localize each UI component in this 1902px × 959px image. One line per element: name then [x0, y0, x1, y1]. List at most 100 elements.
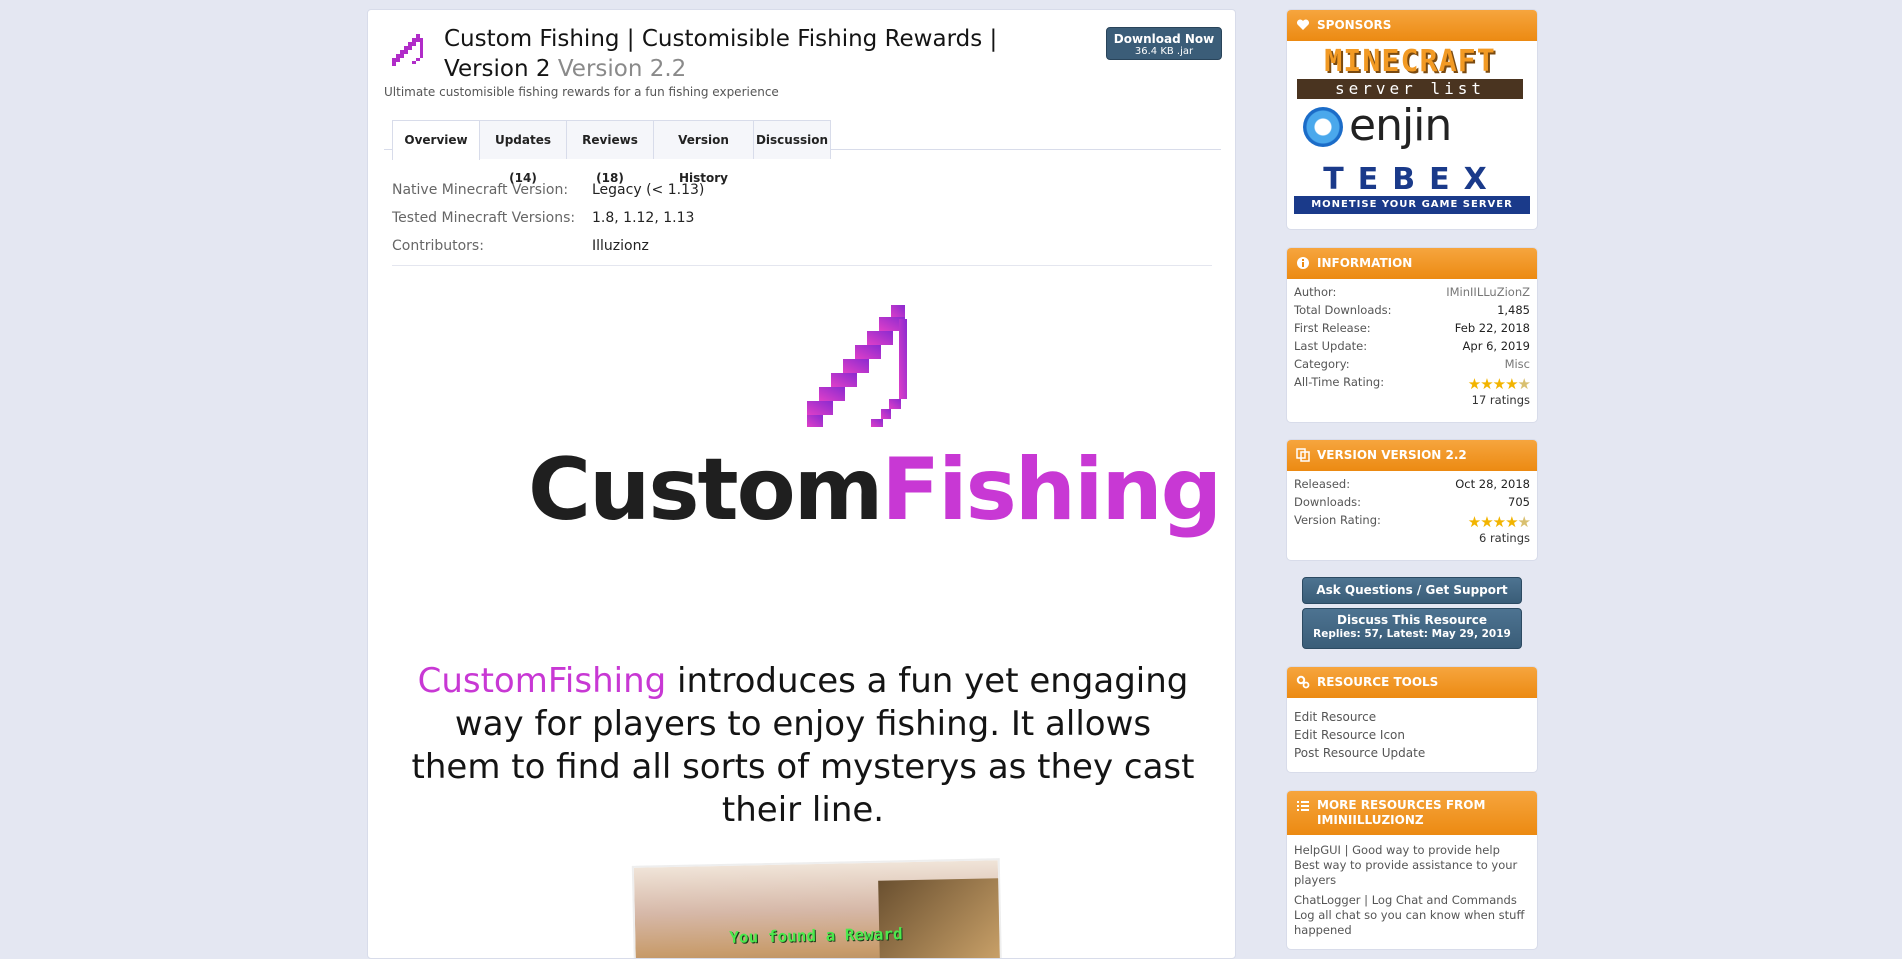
- tools-header: Resource Tools: [1287, 667, 1537, 698]
- info-label: First Release:: [1294, 321, 1371, 335]
- more-header: More Resources from IMinIILLuZionZ: [1287, 791, 1537, 835]
- edit-resource-link[interactable]: Edit Resource: [1294, 708, 1530, 726]
- more-item-title[interactable]: ChatLogger | Log Chat and Commands: [1294, 893, 1530, 908]
- version-released-row: Released: Oct 28, 2018: [1294, 477, 1530, 495]
- minecraft-server-list-logo[interactable]: MINECRAFT server list: [1297, 45, 1523, 99]
- logo-wordmark: CustomFishing: [528, 440, 1222, 540]
- version-label: Downloads:: [1294, 495, 1362, 509]
- info-label: Total Downloads:: [1294, 303, 1392, 317]
- sponsors-panel: Sponsors MINECRAFT server list enjin TEB…: [1286, 9, 1538, 230]
- resource-tagline: Ultimate customisible fishing rewards fo…: [384, 85, 779, 99]
- post-resource-update-link[interactable]: Post Resource Update: [1294, 744, 1530, 762]
- enjin-logo-text: enjin: [1349, 100, 1452, 151]
- info-label: Last Update:: [1294, 339, 1368, 353]
- spec-value: Legacy (< 1.13): [592, 182, 705, 198]
- download-button[interactable]: Download Now 36.4 KB .jar: [1106, 27, 1222, 60]
- info-last-update-row: Last Update: Apr 6, 2019: [1294, 339, 1530, 357]
- information-panel: Information Author: IMinIILLuZionZ Total …: [1286, 247, 1538, 423]
- version-header: Version Version 2.2: [1287, 440, 1537, 471]
- info-category-row: Category: Misc: [1294, 357, 1530, 375]
- info-downloads-row: Total Downloads: 1,485: [1294, 303, 1530, 321]
- mc-logo-subtext: server list: [1297, 79, 1523, 99]
- ask-questions-button[interactable]: Ask Questions / Get Support: [1302, 577, 1522, 604]
- tab-discussion[interactable]: Discussion: [753, 120, 831, 159]
- resource-version: Version 2.2: [557, 56, 687, 82]
- gameplay-screenshot: You found a Reward: [631, 858, 1003, 958]
- info-value: Feb 22, 2018: [1454, 321, 1530, 335]
- more-item-title[interactable]: HelpGUI | Good way to provide help: [1294, 843, 1530, 858]
- heart-icon: [1296, 19, 1310, 30]
- resource-specs: Native Minecraft Version: Legacy (< 1.13…: [392, 178, 1212, 266]
- copy-icon: [1296, 448, 1310, 462]
- enjin-ring-icon: [1303, 107, 1343, 147]
- logo-word-fishing: Fishing: [881, 440, 1222, 540]
- sponsors-header: Sponsors: [1287, 10, 1537, 41]
- author-link[interactable]: IMinIILLuZionZ: [1446, 285, 1530, 299]
- list-item[interactable]: ChatLogger | Log Chat and Commands Log a…: [1294, 893, 1530, 938]
- information-body: Author: IMinIILLuZionZ Total Downloads: 1,…: [1287, 279, 1537, 415]
- spec-label: Tested Minecraft Versions:: [392, 210, 576, 226]
- page-title: Custom Fishing | Customisible Fishing Re…: [444, 24, 1014, 84]
- download-label: Download Now: [1113, 32, 1215, 46]
- customfishing-logo: CustomFishing: [528, 295, 1222, 555]
- list-item[interactable]: HelpGUI | Good way to provide help Best …: [1294, 843, 1530, 888]
- version-title: Version Version 2.2: [1317, 448, 1467, 462]
- tab-bar: Overview Updates (14) Reviews (18) Versi…: [384, 110, 1221, 185]
- discuss-resource-button[interactable]: Discuss This Resource Replies: 57, Lates…: [1302, 608, 1522, 649]
- info-label: Category:: [1294, 357, 1350, 371]
- info-label: Author:: [1294, 285, 1337, 299]
- version-rating-stars: ★★★★★: [1467, 513, 1531, 531]
- version-rating-row: Version Rating: ★★★★★: [1294, 513, 1531, 531]
- spec-value: 1.8, 1.12, 1.13: [592, 210, 695, 226]
- version-label: Released:: [1294, 477, 1351, 491]
- information-title: Information: [1317, 256, 1413, 270]
- edit-resource-icon-link[interactable]: Edit Resource Icon: [1294, 726, 1530, 744]
- resource-main: Custom Fishing | Customisible Fishing Re…: [367, 9, 1236, 959]
- info-rating-row: All-Time Rating: ★★★★★: [1294, 375, 1531, 393]
- tab-reviews[interactable]: Reviews (18): [566, 120, 654, 185]
- mc-logo-text: MINECRAFT: [1324, 44, 1496, 79]
- resource-tools-panel: Resource Tools Edit Resource Edit Resour…: [1286, 666, 1538, 773]
- version-downloads-row: Downloads: 705: [1294, 495, 1530, 513]
- spec-label: Contributors:: [392, 238, 484, 254]
- version-value: 705: [1508, 495, 1530, 509]
- sponsors-title: Sponsors: [1317, 18, 1392, 32]
- fishing-rod-icon: [807, 305, 907, 427]
- list-icon: [1297, 801, 1309, 811]
- resource-title: Custom Fishing | Customisible Fishing Re…: [444, 26, 998, 82]
- info-label: All-Time Rating:: [1294, 375, 1385, 389]
- info-first-release-row: First Release: Feb 22, 2018: [1294, 321, 1530, 339]
- fishing-rod-icon: [392, 34, 423, 66]
- half-star-icon: ★: [1517, 513, 1531, 531]
- more-title: More Resources from IMinIILLuZionZ: [1317, 798, 1486, 827]
- tab-overview[interactable]: Overview: [392, 120, 480, 160]
- version-value: Oct 28, 2018: [1455, 477, 1530, 491]
- info-value: Apr 6, 2019: [1462, 339, 1530, 353]
- version-panel: Version Version 2.2 Released: Oct 28, 201…: [1286, 439, 1538, 561]
- version-body: Released: Oct 28, 2018 Downloads: 705 Vers…: [1287, 471, 1537, 553]
- discuss-label: Discuss This Resource: [1337, 613, 1487, 627]
- sponsor-logos: MINECRAFT server list enjin TEBEX MONETI…: [1287, 41, 1537, 221]
- version-label: Version Rating:: [1294, 513, 1381, 527]
- tebex-tagline: MONETISE YOUR GAME SERVER: [1294, 196, 1530, 214]
- category-link[interactable]: Misc: [1505, 357, 1530, 371]
- logo-word-custom: Custom: [528, 440, 883, 540]
- enjin-logo[interactable]: enjin: [1297, 100, 1523, 151]
- half-star-icon: ★: [1517, 375, 1531, 393]
- rating-count: 17 ratings: [1471, 393, 1530, 407]
- more-item-desc: Log all chat so you can know when stuff …: [1294, 908, 1525, 937]
- tebex-logo-text: TEBEX: [1323, 162, 1501, 197]
- discuss-sub: Replies: 57, Latest: May 29, 2019: [1313, 628, 1511, 640]
- spec-label: Native Minecraft Version:: [392, 182, 569, 198]
- tab-version-history[interactable]: Version History: [653, 120, 754, 185]
- info-icon: [1297, 257, 1309, 269]
- information-header: Information: [1287, 248, 1537, 279]
- info-value: 1,485: [1497, 303, 1530, 317]
- tebex-logo[interactable]: TEBEX MONETISE YOUR GAME SERVER: [1294, 164, 1530, 216]
- tab-updates[interactable]: Updates (14): [479, 120, 567, 185]
- gears-icon: [1296, 675, 1310, 689]
- tools-body: Edit Resource Edit Resource Icon Post Re…: [1287, 698, 1537, 768]
- spec-value[interactable]: Illuzionz: [592, 238, 649, 254]
- rating-stars: ★★★★★: [1467, 375, 1531, 393]
- intro-highlight: CustomFishing: [417, 661, 667, 701]
